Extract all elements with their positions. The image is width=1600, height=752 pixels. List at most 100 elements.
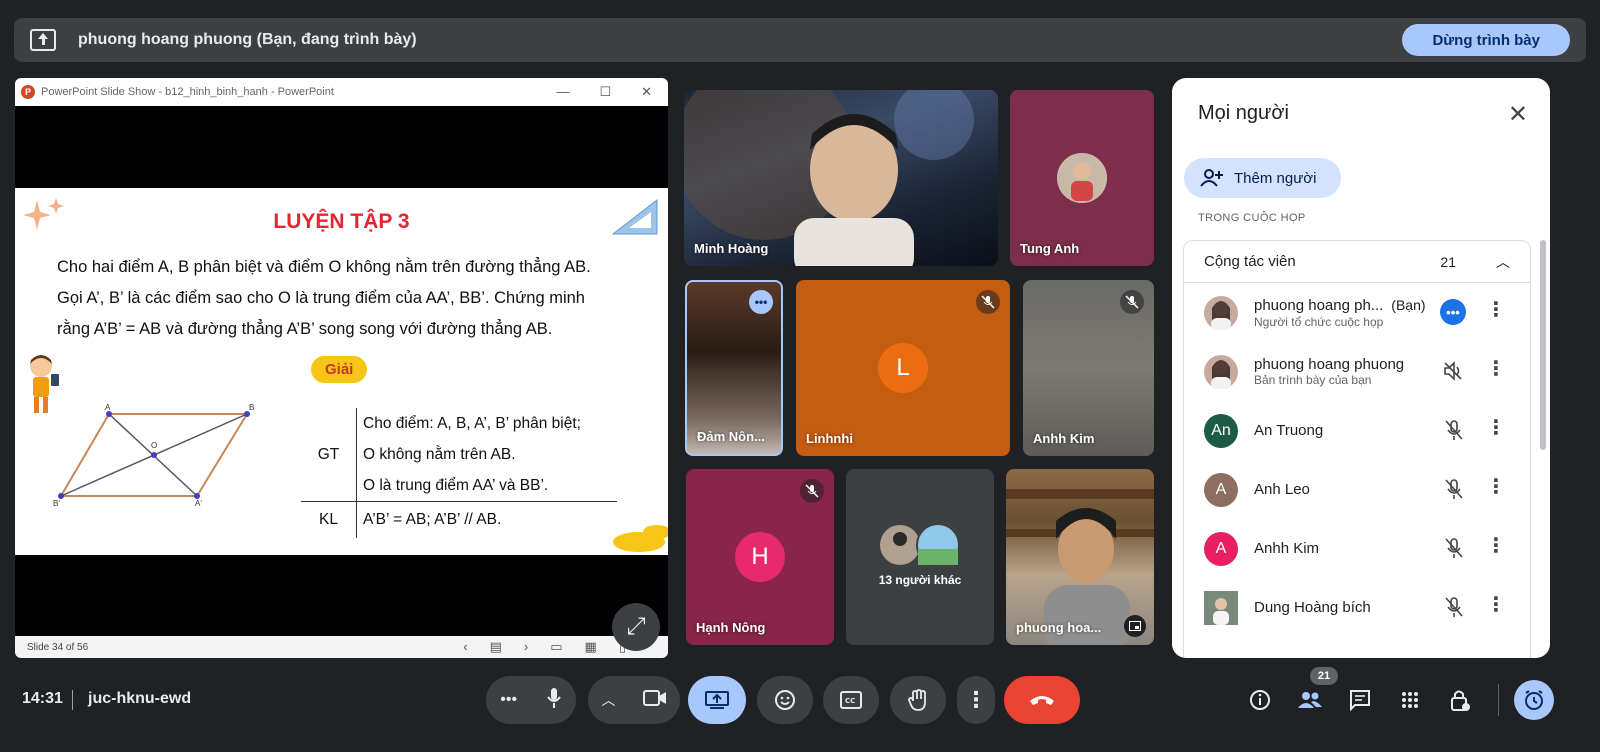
tile-dam-non[interactable]: ••• Đảm Nôn... <box>685 280 783 456</box>
group-header[interactable]: Cộng tác viên 21 ︿ <box>1184 241 1530 283</box>
phone-hangup-icon <box>1030 696 1054 705</box>
normal-view-icon[interactable]: ▭ <box>550 639 562 655</box>
gt-line: Cho điểm: A, B, A’, B’ phân biệt; <box>363 415 581 432</box>
stop-presenting-button[interactable]: Dừng trình bày <box>1402 24 1570 56</box>
more-options-icon[interactable]: ••• <box>749 290 773 314</box>
chat-icon[interactable] <box>1346 686 1374 714</box>
others-count: 13 người khác <box>878 573 962 587</box>
close-window-icon[interactable]: ✕ <box>641 84 652 100</box>
chevron-up-icon[interactable]: ︿ <box>602 690 616 710</box>
more-options-icon[interactable]: ••• <box>1440 299 1466 325</box>
avatar <box>1204 590 1238 625</box>
problem-text: Cho hai điểm A, B phân biệt và điểm O kh… <box>57 252 637 345</box>
participant-row[interactable]: phuong hoang ph... (Bạn) Người tổ chức cu… <box>1184 283 1530 342</box>
problem-line: Cho hai điểm A, B phân biệt và điểm O kh… <box>57 258 591 276</box>
kebab-menu-icon: ⋮ <box>965 687 987 712</box>
add-people-button[interactable]: Thêm người <box>1184 158 1341 198</box>
chevron-up-icon[interactable]: ︿ <box>1496 252 1510 272</box>
svg-text:CC: CC <box>845 697 855 705</box>
kebab-menu-icon[interactable]: ⋮ <box>1486 297 1506 322</box>
next-slide-icon[interactable]: › <box>524 639 528 655</box>
meeting-time: 14:31 <box>22 690 63 707</box>
section-label: TRONG CUỘC HỌP <box>1198 212 1306 224</box>
tile-hanh-nong[interactable]: H Hạnh Nông <box>686 469 834 645</box>
participant-row[interactable]: An An Truong ⋮ <box>1184 401 1530 460</box>
audio-options-icon[interactable]: ••• <box>500 691 517 709</box>
tile-name: phuong hoa... <box>1016 620 1102 635</box>
avatar <box>1204 354 1238 389</box>
divider <box>1498 684 1499 716</box>
close-icon[interactable]: ✕ <box>1508 100 1528 129</box>
avatar <box>1057 153 1107 203</box>
present-screen-icon <box>30 29 56 51</box>
fullscreen-expand-icon[interactable]: ⤢ <box>612 603 660 651</box>
participant-row[interactable]: Dung Hoàng bích ⋮ <box>1184 578 1530 637</box>
video-controls: ︿ <box>588 676 680 724</box>
raise-hand-button[interactable] <box>890 676 946 724</box>
timer-alarm-button[interactable] <box>1514 680 1554 720</box>
kebab-menu-icon[interactable]: ⋮ <box>1486 474 1506 499</box>
host-controls-lock-icon[interactable] <box>1446 686 1474 714</box>
raise-hand-icon <box>908 689 926 711</box>
video-frame <box>684 90 974 266</box>
mic-icon[interactable] <box>546 687 562 714</box>
picture-in-picture-icon[interactable] <box>1124 615 1146 637</box>
captions-button[interactable]: CC <box>823 676 879 724</box>
volume-off-icon[interactable] <box>1442 360 1464 387</box>
present-screen-icon <box>705 691 729 709</box>
kebab-menu-icon[interactable]: ⋮ <box>1486 356 1506 381</box>
grid-view-icon[interactable]: ▦ <box>585 639 597 655</box>
problem-line: Gọi A’, B’ là các điểm sao cho O là trun… <box>57 289 585 307</box>
panel-scrollbar[interactable] <box>1540 240 1546 450</box>
presenting-text: phuong hoang phuong (Bạn, đang trình bày… <box>78 31 417 48</box>
audio-controls: ••• <box>486 676 576 724</box>
meeting-info-icon[interactable] <box>1246 686 1274 714</box>
label-o: O <box>151 441 157 450</box>
add-person-icon <box>1200 169 1223 187</box>
participant-name: phuong hoang phuong <box>1254 356 1405 373</box>
emoji-icon <box>775 690 795 710</box>
presentation-window[interactable]: P PowerPoint Slide Show - b12_hinh_binh_… <box>15 78 668 658</box>
decorative-leaf-icon <box>613 525 668 552</box>
avatar: H <box>735 532 785 582</box>
kebab-menu-icon[interactable]: ⋮ <box>1486 592 1506 617</box>
participant-row[interactable]: A Anhh Kim ⋮ <box>1184 519 1530 578</box>
add-people-label: Thêm người <box>1234 169 1317 187</box>
present-now-button[interactable] <box>688 676 746 724</box>
maximize-icon[interactable]: ☐ <box>599 84 611 100</box>
tile-others[interactable]: 13 người khác <box>846 469 994 645</box>
tile-linhnhi[interactable]: L Linhnhi <box>796 280 1010 456</box>
emoji-reaction-button[interactable] <box>757 676 813 724</box>
kl-label: KL <box>301 502 357 538</box>
mic-off-icon <box>1444 419 1464 446</box>
participant-role: Bản trình bày của bạn <box>1254 373 1372 387</box>
activities-grid-icon[interactable] <box>1396 686 1424 714</box>
tile-name: Hạnh Nông <box>696 620 766 635</box>
prev-slide-icon[interactable]: ‹ <box>463 639 467 655</box>
tile-name: Minh Hoàng <box>694 241 769 256</box>
participant-row[interactable]: phuong hoang phuong Bản trình bày của bạ… <box>1184 342 1530 401</box>
tile-anhh-kim[interactable]: Anhh Kim <box>1023 280 1154 456</box>
kebab-menu-icon[interactable]: ⋮ <box>1486 415 1506 440</box>
notes-icon[interactable]: ▤ <box>490 639 502 655</box>
kebab-menu-icon[interactable]: ⋮ <box>1486 533 1506 558</box>
tile-minh-hoang[interactable]: Minh Hoàng <box>684 90 998 266</box>
slide-title: LUYỆN TẬP 3 <box>273 210 410 233</box>
tile-name: Tung Anh <box>1020 241 1080 256</box>
label-a-prime: A' <box>195 499 202 506</box>
participant-name: An Truong <box>1254 422 1324 439</box>
participant-row[interactable]: A Anh Leo ⋮ <box>1184 460 1530 519</box>
divider <box>72 690 73 710</box>
you-tag: (Bạn) <box>1391 296 1426 313</box>
camera-icon[interactable] <box>642 689 667 712</box>
end-call-button[interactable] <box>1004 676 1080 724</box>
tile-phuong-hoang[interactable]: phuong hoa... <box>1006 469 1154 645</box>
avatar: L <box>878 343 928 393</box>
tile-tung-anh[interactable]: Tung Anh <box>1010 90 1154 266</box>
more-options-button[interactable]: ⋮ <box>957 676 995 724</box>
people-panel: Mọi người ✕ Thêm người TRONG CUỘC HỌP Cộ… <box>1172 78 1550 658</box>
people-icon[interactable] <box>1296 686 1324 714</box>
minimize-icon[interactable]: — <box>556 84 569 100</box>
captions-icon: CC <box>840 691 862 709</box>
problem-line: rằng A’B’ = AB và đường thẳng A’B’ song … <box>57 320 553 338</box>
